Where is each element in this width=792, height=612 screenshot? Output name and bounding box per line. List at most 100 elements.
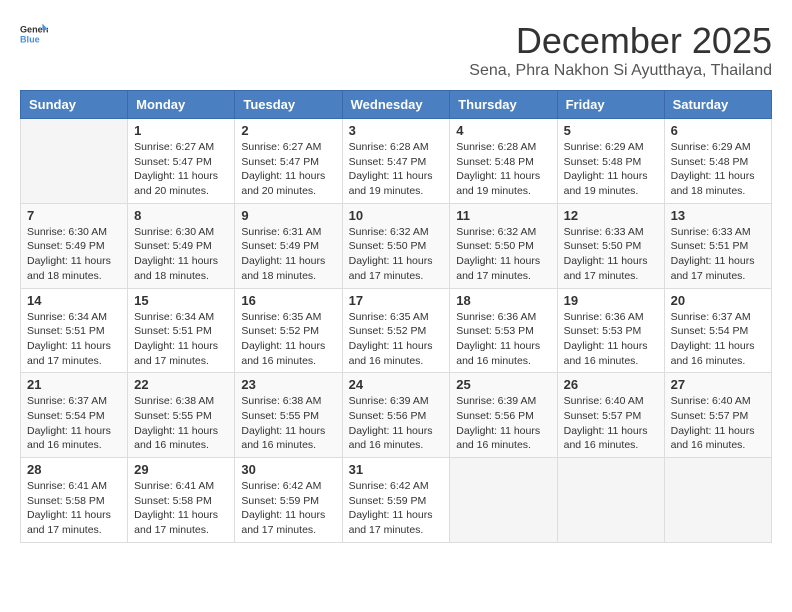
day-number: 25 [456,377,550,392]
day-number: 21 [27,377,121,392]
calendar-cell: 3 Sunrise: 6:28 AM Sunset: 5:47 PM Daylig… [342,119,450,204]
calendar-cell: 19 Sunrise: 6:36 AM Sunset: 5:53 PM Dayli… [557,288,664,373]
day-info: Sunrise: 6:32 AM Sunset: 5:50 PM Dayligh… [456,225,550,284]
calendar-cell: 31 Sunrise: 6:42 AM Sunset: 5:59 PM Dayli… [342,458,450,543]
calendar-cell: 25 Sunrise: 6:39 AM Sunset: 5:56 PM Dayli… [450,373,557,458]
day-number: 27 [671,377,765,392]
svg-text:Blue: Blue [20,34,40,44]
calendar-week-row: 28 Sunrise: 6:41 AM Sunset: 5:58 PM Dayli… [21,458,772,543]
day-info: Sunrise: 6:33 AM Sunset: 5:50 PM Dayligh… [564,225,658,284]
calendar-cell: 1 Sunrise: 6:27 AM Sunset: 5:47 PM Daylig… [128,119,235,204]
day-info: Sunrise: 6:32 AM Sunset: 5:50 PM Dayligh… [349,225,444,284]
day-info: Sunrise: 6:36 AM Sunset: 5:53 PM Dayligh… [456,310,550,369]
day-info: Sunrise: 6:34 AM Sunset: 5:51 PM Dayligh… [134,310,228,369]
day-number: 31 [349,462,444,477]
day-number: 6 [671,123,765,138]
day-number: 4 [456,123,550,138]
calendar-header-row: SundayMondayTuesdayWednesdayThursdayFrid… [21,91,772,119]
logo-icon: General Blue [20,20,48,48]
calendar-cell: 10 Sunrise: 6:32 AM Sunset: 5:50 PM Dayli… [342,203,450,288]
calendar-cell: 27 Sunrise: 6:40 AM Sunset: 5:57 PM Dayli… [664,373,771,458]
calendar-cell: 4 Sunrise: 6:28 AM Sunset: 5:48 PM Daylig… [450,119,557,204]
calendar-cell: 18 Sunrise: 6:36 AM Sunset: 5:53 PM Dayli… [450,288,557,373]
weekday-header-tuesday: Tuesday [235,91,342,119]
calendar-cell: 5 Sunrise: 6:29 AM Sunset: 5:48 PM Daylig… [557,119,664,204]
day-info: Sunrise: 6:42 AM Sunset: 5:59 PM Dayligh… [349,479,444,538]
calendar-cell: 28 Sunrise: 6:41 AM Sunset: 5:58 PM Dayli… [21,458,128,543]
logo: General Blue [20,20,48,48]
day-info: Sunrise: 6:33 AM Sunset: 5:51 PM Dayligh… [671,225,765,284]
calendar-cell: 21Sunrise: 6:37 AM Sunset: 5:54 PM Dayli… [21,373,128,458]
day-number: 8 [134,208,228,223]
calendar-week-row: 7 Sunrise: 6:30 AM Sunset: 5:49 PM Daylig… [21,203,772,288]
header: General Blue December 2025 Sena, Phra Na… [20,20,772,80]
day-number: 23 [241,377,335,392]
title-area: December 2025 Sena, Phra Nakhon Si Ayutt… [469,20,772,80]
day-info: Sunrise: 6:38 AM Sunset: 5:55 PM Dayligh… [134,394,228,453]
day-number: 29 [134,462,228,477]
day-info: Sunrise: 6:28 AM Sunset: 5:48 PM Dayligh… [456,140,550,199]
day-info: Sunrise: 6:29 AM Sunset: 5:48 PM Dayligh… [671,140,765,199]
day-number: 2 [241,123,335,138]
day-info: Sunrise: 6:34 AM Sunset: 5:51 PM Dayligh… [27,310,121,369]
day-number: 14 [27,293,121,308]
calendar-cell: 14 Sunrise: 6:34 AM Sunset: 5:51 PM Dayli… [21,288,128,373]
day-number: 10 [349,208,444,223]
day-info: Sunrise: 6:41 AM Sunset: 5:58 PM Dayligh… [27,479,121,538]
day-info: Sunrise: 6:41 AM Sunset: 5:58 PM Dayligh… [134,479,228,538]
day-number: 13 [671,208,765,223]
day-number: 20 [671,293,765,308]
calendar-table: SundayMondayTuesdayWednesdayThursdayFrid… [20,90,772,543]
day-number: 28 [27,462,121,477]
calendar-cell: 6 Sunrise: 6:29 AM Sunset: 5:48 PM Daylig… [664,119,771,204]
day-info: Sunrise: 6:39 AM Sunset: 5:56 PM Dayligh… [456,394,550,453]
day-info: Sunrise: 6:28 AM Sunset: 5:47 PM Dayligh… [349,140,444,199]
day-info: Sunrise: 6:27 AM Sunset: 5:47 PM Dayligh… [241,140,335,199]
day-info: Sunrise: 6:39 AM Sunset: 5:56 PM Dayligh… [349,394,444,453]
day-number: 1 [134,123,228,138]
calendar-cell [557,458,664,543]
day-info: Sunrise: 6:27 AM Sunset: 5:47 PM Dayligh… [134,140,228,199]
calendar-cell: 23 Sunrise: 6:38 AM Sunset: 5:55 PM Dayli… [235,373,342,458]
month-title: December 2025 [469,20,772,62]
calendar-cell: 30 Sunrise: 6:42 AM Sunset: 5:59 PM Dayli… [235,458,342,543]
day-number: 16 [241,293,335,308]
calendar-cell: 22 Sunrise: 6:38 AM Sunset: 5:55 PM Dayli… [128,373,235,458]
day-info: Sunrise: 6:42 AM Sunset: 5:59 PM Dayligh… [241,479,335,538]
day-number: 3 [349,123,444,138]
day-number: 26 [564,377,658,392]
calendar-week-row: 14 Sunrise: 6:34 AM Sunset: 5:51 PM Dayli… [21,288,772,373]
day-number: 11 [456,208,550,223]
calendar-cell: 20 Sunrise: 6:37 AM Sunset: 5:54 PM Dayli… [664,288,771,373]
day-info: Sunrise: 6:30 AM Sunset: 5:49 PM Dayligh… [134,225,228,284]
calendar-cell: 15Sunrise: 6:34 AM Sunset: 5:51 PM Dayli… [128,288,235,373]
day-number: 9 [241,208,335,223]
day-info: Sunrise: 6:40 AM Sunset: 5:57 PM Dayligh… [564,394,658,453]
day-number: 22 [134,377,228,392]
day-info: Sunrise: 6:37 AM Sunset: 5:54 PM Dayligh… [671,310,765,369]
day-info: Sunrise: 6:35 AM Sunset: 5:52 PM Dayligh… [241,310,335,369]
calendar-cell: 17Sunrise: 6:35 AM Sunset: 5:52 PM Dayli… [342,288,450,373]
calendar-cell: 8 Sunrise: 6:30 AM Sunset: 5:49 PM Daylig… [128,203,235,288]
day-info: Sunrise: 6:31 AM Sunset: 5:49 PM Dayligh… [241,225,335,284]
weekday-header-wednesday: Wednesday [342,91,450,119]
day-info: Sunrise: 6:36 AM Sunset: 5:53 PM Dayligh… [564,310,658,369]
day-number: 5 [564,123,658,138]
weekday-header-friday: Friday [557,91,664,119]
calendar-cell: 9 Sunrise: 6:31 AM Sunset: 5:49 PM Daylig… [235,203,342,288]
calendar-cell: 2 Sunrise: 6:27 AM Sunset: 5:47 PM Daylig… [235,119,342,204]
day-number: 19 [564,293,658,308]
day-number: 30 [241,462,335,477]
calendar-cell [450,458,557,543]
day-number: 7 [27,208,121,223]
weekday-header-saturday: Saturday [664,91,771,119]
day-info: Sunrise: 6:40 AM Sunset: 5:57 PM Dayligh… [671,394,765,453]
calendar-cell: 12Sunrise: 6:33 AM Sunset: 5:50 PM Dayli… [557,203,664,288]
calendar-cell [21,119,128,204]
day-info: Sunrise: 6:29 AM Sunset: 5:48 PM Dayligh… [564,140,658,199]
calendar-cell: 26 Sunrise: 6:40 AM Sunset: 5:57 PM Dayli… [557,373,664,458]
location-subtitle: Sena, Phra Nakhon Si Ayutthaya, Thailand [469,62,772,80]
day-number: 18 [456,293,550,308]
calendar-cell: 7Sunrise: 6:30 AM Sunset: 5:49 PM Daylig… [21,203,128,288]
day-info: Sunrise: 6:38 AM Sunset: 5:55 PM Dayligh… [241,394,335,453]
